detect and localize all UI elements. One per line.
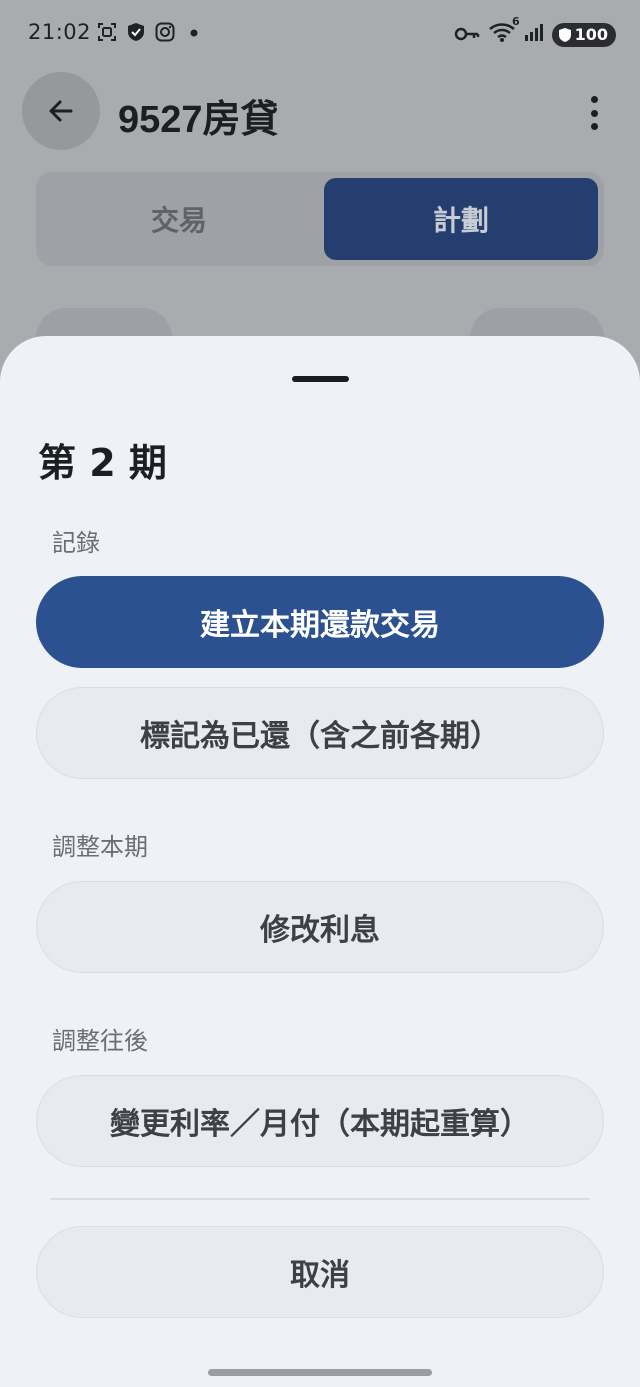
status-time: 21:02 bbox=[28, 20, 92, 44]
battery-saver-icon bbox=[558, 27, 571, 42]
key-icon bbox=[454, 23, 480, 47]
section-label-adjust-future: 調整往後 bbox=[52, 1027, 148, 1055]
status-bar: 21:02 6 100 bbox=[0, 0, 640, 68]
mark-as-paid-button[interactable]: 標記為已還（含之前各期） bbox=[36, 687, 604, 779]
change-rate-payment-button[interactable]: 變更利率／月付（本期起重算） bbox=[36, 1075, 604, 1167]
drag-handle[interactable] bbox=[292, 376, 349, 382]
instagram-icon bbox=[155, 22, 175, 42]
back-button[interactable] bbox=[22, 72, 100, 150]
screenshot-icon bbox=[97, 22, 117, 42]
create-payment-transaction-button[interactable]: 建立本期還款交易 bbox=[36, 576, 604, 668]
battery-indicator: 100 bbox=[551, 22, 616, 47]
more-options-icon[interactable] bbox=[590, 96, 598, 130]
battery-level: 100 bbox=[574, 25, 608, 44]
divider bbox=[50, 1198, 590, 1200]
dot-icon bbox=[184, 22, 204, 42]
cancel-button[interactable]: 取消 bbox=[36, 1226, 604, 1318]
shield-icon bbox=[126, 22, 146, 42]
signal-icon bbox=[524, 22, 544, 47]
tab-plan[interactable]: 計劃 bbox=[324, 178, 598, 260]
gesture-nav-bar[interactable] bbox=[208, 1369, 432, 1376]
bottom-sheet: 第 2 期 記錄 建立本期還款交易 標記為已還（含之前各期） 調整本期 修改利息… bbox=[0, 336, 640, 1387]
section-label-adjust-current: 調整本期 bbox=[52, 833, 148, 861]
wifi-icon: 6 bbox=[488, 15, 520, 48]
sheet-title: 第 2 期 bbox=[38, 441, 167, 485]
section-label-record: 記錄 bbox=[52, 529, 100, 557]
edit-interest-button[interactable]: 修改利息 bbox=[36, 881, 604, 973]
arrow-left-icon bbox=[49, 100, 73, 122]
app-bar: 9527房貸 bbox=[0, 70, 640, 154]
page-title: 9527房貸 bbox=[118, 99, 279, 141]
wifi-badge: 6 bbox=[511, 15, 520, 28]
tab-segmented-control: 交易 計劃 bbox=[36, 172, 604, 266]
tab-transactions[interactable]: 交易 bbox=[42, 178, 316, 260]
